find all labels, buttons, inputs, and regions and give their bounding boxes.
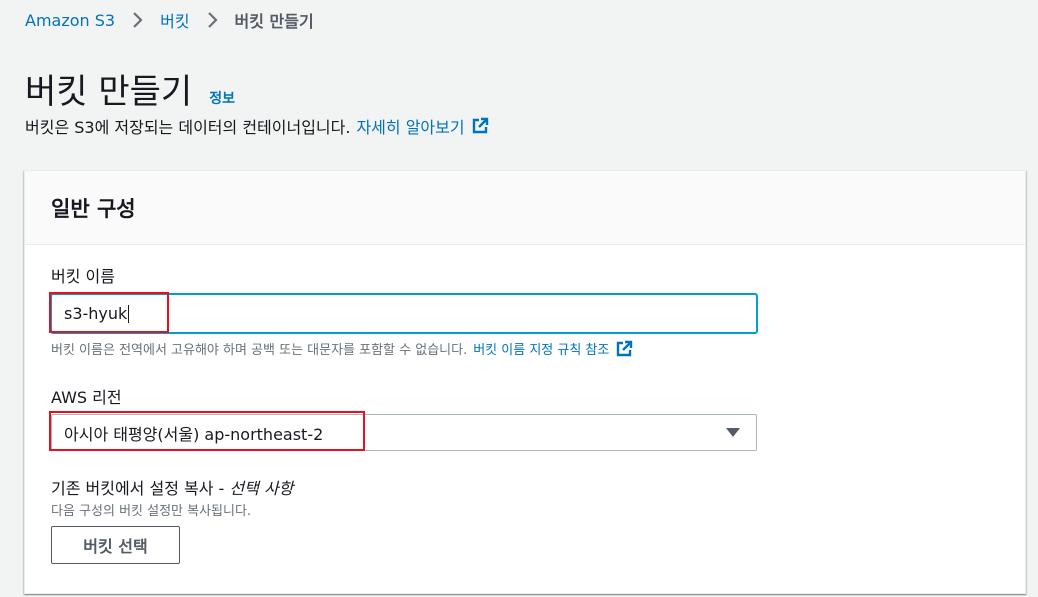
choose-bucket-button[interactable]: 버킷 선택 xyxy=(51,526,180,564)
copy-settings-label-text: 기존 버킷에서 설정 복사 - xyxy=(51,479,225,498)
external-link-icon xyxy=(615,340,633,358)
naming-rules-label: 버킷 이름 지정 규칙 참조 xyxy=(473,343,610,358)
bucket-name-hint: 버킷 이름은 전역에서 고유해야 하며 공백 또는 대문자를 포함할 수 없습니… xyxy=(51,339,633,358)
external-link-icon xyxy=(471,117,489,135)
page-description: 버킷은 S3에 저장되는 데이터의 컨테이너입니다. 자세히 알아보기 xyxy=(25,114,489,138)
naming-rules-link[interactable]: 버킷 이름 지정 규칙 참조 xyxy=(473,339,633,358)
region-label: AWS 리전 xyxy=(51,388,122,407)
panel-header: 일반 구성 xyxy=(25,171,1025,245)
general-configuration-panel: 일반 구성 버킷 이름 s3-hyuk 버킷 이름은 전역에서 고유해야 하며 … xyxy=(24,170,1026,594)
description-text: 버킷은 S3에 저장되는 데이터의 컨테이너입니다. xyxy=(25,118,351,137)
bucket-name-hint-text: 버킷 이름은 전역에서 고유해야 하며 공백 또는 대문자를 포함할 수 없습니… xyxy=(51,343,468,358)
breadcrumb: Amazon S3 버킷 버킷 만들기 xyxy=(25,8,314,32)
breadcrumb-amazon-s3[interactable]: Amazon S3 xyxy=(25,11,115,30)
chevron-right-icon xyxy=(202,9,224,31)
bucket-name-value: s3-hyuk xyxy=(64,304,128,323)
learn-more-link[interactable]: 자세히 알아보기 xyxy=(356,114,488,138)
bucket-name-input[interactable]: s3-hyuk xyxy=(51,294,757,333)
region-selected-value: 아시아 태평양(서울) ap-northeast-2 xyxy=(64,424,324,444)
page-header: 버킷 만들기 정보 xyxy=(25,64,235,113)
chevron-right-icon xyxy=(127,9,149,31)
copy-settings-hint: 다음 구성의 버킷 설정만 복사됩니다. xyxy=(51,504,252,519)
info-link[interactable]: 정보 xyxy=(209,88,235,108)
panel-title: 일반 구성 xyxy=(51,196,136,221)
text-cursor xyxy=(128,304,130,323)
region-select[interactable]: 아시아 태평양(서울) ap-northeast-2 xyxy=(51,414,757,451)
breadcrumb-current: 버킷 만들기 xyxy=(234,12,314,31)
copy-settings-label: 기존 버킷에서 설정 복사 - 선택 사항 xyxy=(51,475,293,499)
breadcrumb-buckets[interactable]: 버킷 xyxy=(160,8,189,32)
learn-more-label: 자세히 알아보기 xyxy=(356,118,465,137)
bucket-name-label: 버킷 이름 xyxy=(51,267,115,286)
page-title: 버킷 만들기 xyxy=(25,72,193,112)
optional-tag: 선택 사항 xyxy=(229,479,294,498)
caret-down-icon xyxy=(726,428,740,437)
